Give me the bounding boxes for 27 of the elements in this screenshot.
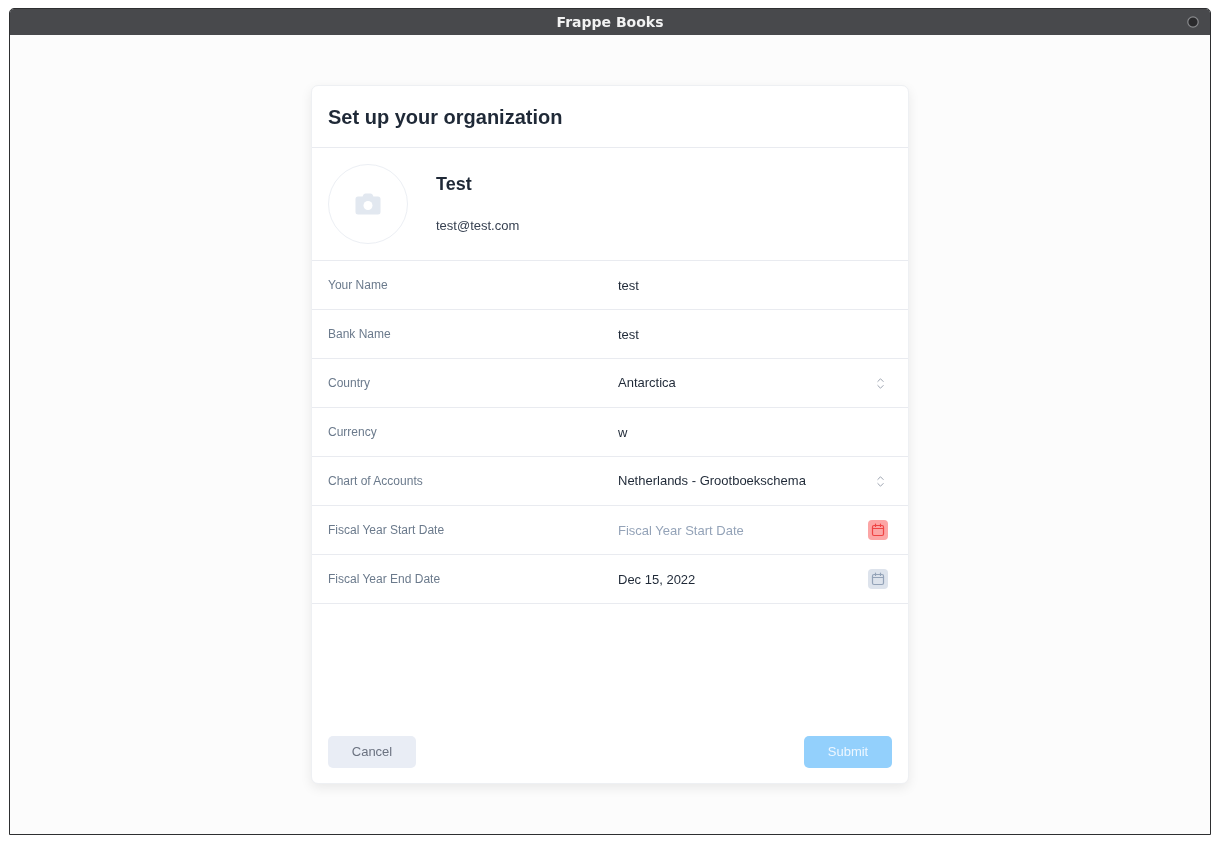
field-label: Bank Name bbox=[328, 326, 392, 343]
text-input[interactable]: w bbox=[610, 417, 892, 447]
dialog-title: Set up your organization bbox=[328, 104, 563, 130]
select-value: Antarctica bbox=[618, 374, 677, 393]
select-field[interactable]: Antarctica bbox=[610, 368, 892, 398]
camera-icon bbox=[355, 193, 381, 215]
field-label: Currency bbox=[328, 424, 378, 441]
date-input[interactable]: Fiscal Year Start Date bbox=[610, 515, 860, 545]
organization-name: Test bbox=[436, 172, 473, 196]
text-input[interactable]: test bbox=[610, 270, 892, 300]
window-title: Frappe Books bbox=[556, 12, 664, 32]
text-input[interactable]: test bbox=[610, 319, 892, 349]
window-control-icon[interactable] bbox=[1187, 16, 1199, 28]
select-value: Netherlands - Grootboekschema bbox=[618, 472, 807, 491]
date-input[interactable]: Dec 15, 2022 bbox=[610, 564, 860, 594]
organization-email: test@test.com bbox=[436, 216, 520, 235]
cancel-button[interactable]: Cancel bbox=[328, 736, 416, 768]
up-down-chevron-icon bbox=[877, 475, 884, 487]
field-label: Country bbox=[328, 375, 372, 392]
calendar-icon[interactable] bbox=[868, 520, 888, 540]
field-label: Fiscal Year End Date bbox=[328, 571, 442, 588]
field-label: Chart of Accounts bbox=[328, 473, 424, 490]
up-down-chevron-icon bbox=[877, 377, 884, 389]
select-field[interactable]: Netherlands - Grootboekschema bbox=[610, 466, 892, 496]
field-label: Fiscal Year Start Date bbox=[328, 522, 446, 539]
field-label: Your Name bbox=[328, 277, 389, 294]
calendar-icon[interactable] bbox=[868, 569, 888, 589]
